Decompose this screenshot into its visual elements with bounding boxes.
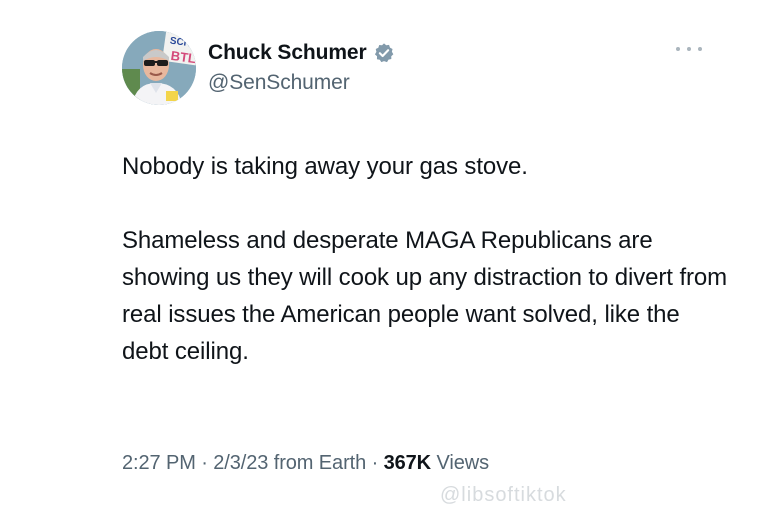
more-horizontal-icon[interactable]: [676, 42, 702, 56]
tweet-meta: 2:27 PM · 2/3/23 from Earth · 367K Views: [122, 452, 489, 475]
verified-badge-icon: [373, 42, 395, 64]
tweet-card: SCHU BTL Chuck Schumer @SenSchumer Nobod…: [0, 0, 780, 506]
more-dot: [676, 47, 680, 51]
author-display-name[interactable]: Chuck Schumer: [208, 41, 367, 65]
views-label: Views: [431, 452, 489, 474]
tweet-paragraph-1: Nobody is taking away your gas stove.: [122, 153, 528, 180]
tweet-source: from Earth: [268, 452, 367, 474]
tweet-time[interactable]: 2:27 PM: [122, 452, 196, 474]
author-handle[interactable]: @SenSchumer: [208, 71, 350, 95]
meta-separator: ·: [366, 452, 384, 474]
author-name-row: Chuck Schumer: [208, 39, 395, 67]
tweet-text: Nobody is taking away your gas stove. Sh…: [122, 148, 732, 370]
watermark-text: @libsoftiktok: [440, 484, 567, 506]
meta-separator: ·: [195, 452, 214, 474]
author-avatar[interactable]: SCHU BTL: [122, 31, 196, 105]
views-count[interactable]: 367K: [384, 452, 432, 474]
avatar-image: SCHU BTL: [122, 31, 196, 105]
tweet-date[interactable]: 2/3/23: [213, 452, 268, 474]
more-dot: [687, 47, 691, 51]
tweet-paragraph-2: Shameless and desperate MAGA Republicans…: [122, 227, 728, 365]
more-dot: [698, 47, 702, 51]
